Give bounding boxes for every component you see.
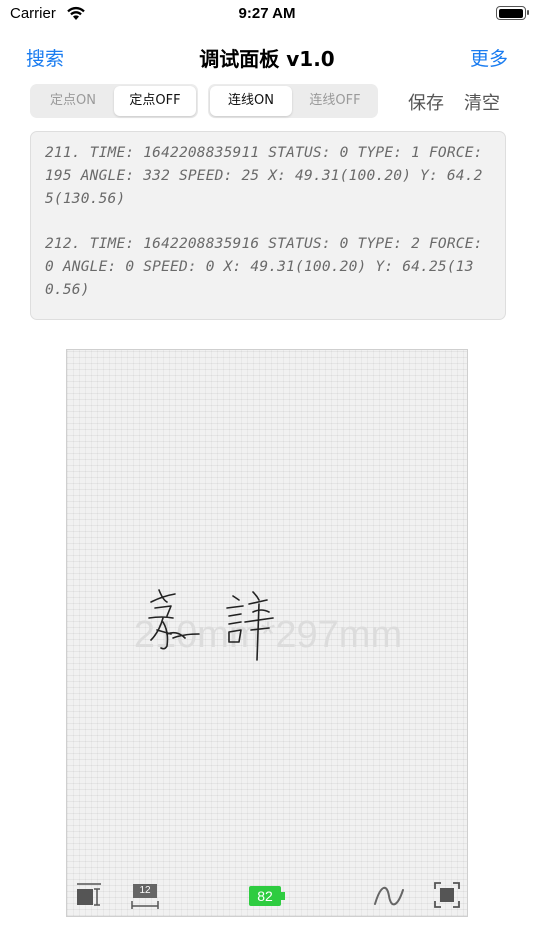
log-entry: 212. TIME: 1642208835916 STATUS: 0 TYPE:…	[45, 236, 483, 298]
line-on-segment[interactable]: 连线ON	[210, 86, 292, 116]
handwriting-strokes	[148, 589, 274, 661]
log-panel[interactable]: 211. TIME: 1642208835911 STATUS: 0 TYPE:…	[30, 131, 506, 320]
device-battery-icon: 82	[249, 886, 287, 906]
battery-icon	[496, 6, 529, 20]
more-button[interactable]: 更多	[470, 44, 508, 71]
drawing-canvas[interactable]: 210mm*297mm 12 82	[66, 349, 468, 917]
clear-button[interactable]: 清空	[464, 89, 500, 115]
status-bar: Carrier 9:27 AM	[0, 0, 534, 30]
save-button[interactable]: 保存	[408, 89, 444, 115]
fixed-point-on-segment[interactable]: 定点ON	[32, 86, 114, 116]
navigation-bar: 搜索 调试面板 v1.0 更多	[0, 36, 534, 76]
device-battery-tip	[281, 892, 285, 900]
pen-width-icon[interactable]	[75, 880, 103, 910]
log-entry: 211. TIME: 1642208835911 STATUS: 0 TYPE:…	[45, 145, 483, 207]
fullscreen-icon[interactable]	[433, 880, 461, 910]
status-time: 9:27 AM	[238, 5, 296, 22]
toolbar: 定点ON 定点OFF 连线ON 连线OFF 保存 清空	[0, 84, 534, 118]
page-title: 调试面板 v1.0	[199, 47, 335, 71]
line-segmented-control: 连线ON 连线OFF	[208, 84, 378, 118]
fixed-point-off-segment[interactable]: 定点OFF	[114, 86, 196, 116]
curve-icon[interactable]	[373, 882, 405, 912]
battery-fill	[498, 8, 523, 18]
ruler-icon	[131, 901, 159, 909]
line-off-segment[interactable]: 连线OFF	[294, 86, 376, 116]
pen-size-label: 12	[133, 884, 157, 898]
pen-size-icon[interactable]: 12	[131, 882, 159, 912]
device-battery-level: 82	[249, 886, 281, 906]
fixed-point-segmented-control: 定点ON 定点OFF	[30, 84, 198, 118]
